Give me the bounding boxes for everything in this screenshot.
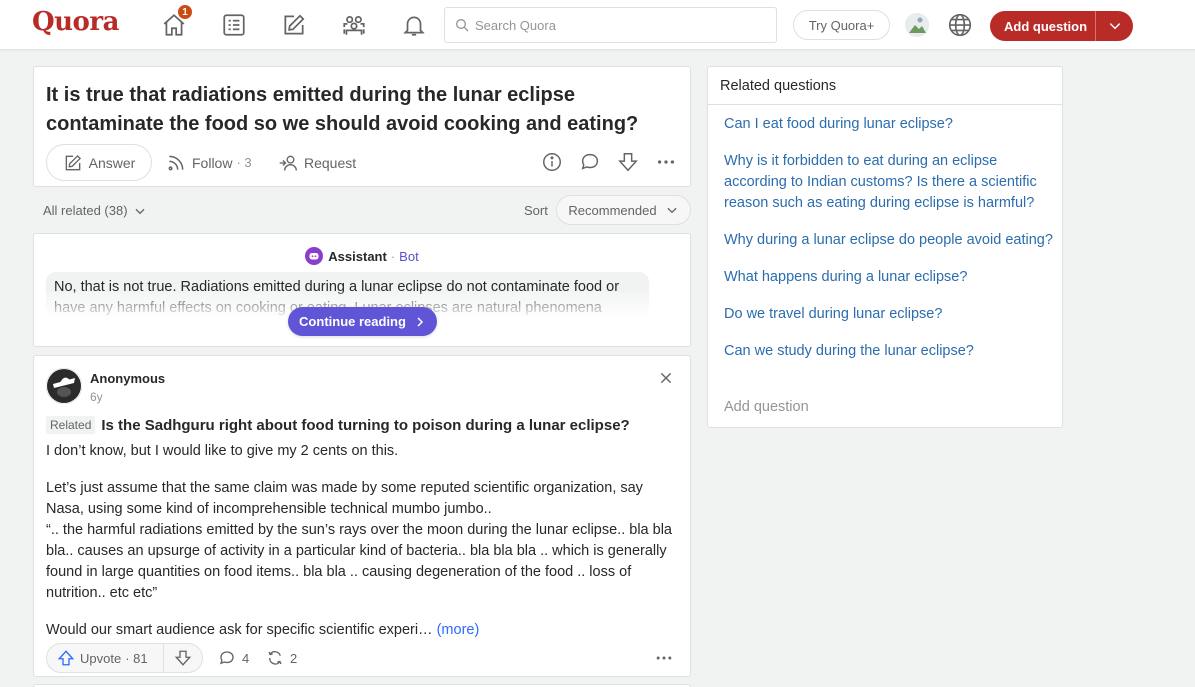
request-icon xyxy=(279,155,297,171)
notifications-icon[interactable] xyxy=(401,12,427,38)
language-globe-icon[interactable] xyxy=(947,12,973,38)
downvote-button[interactable] xyxy=(164,644,202,672)
comment-count: 4 xyxy=(242,650,250,666)
related-questions-heading: Related questions xyxy=(708,67,1062,105)
bot-separator: · xyxy=(390,248,396,264)
upvote-label: Upvote xyxy=(80,650,122,666)
downvote-icon[interactable] xyxy=(616,150,640,174)
upvote-button[interactable]: Upvote · 81 xyxy=(47,644,164,672)
search-icon xyxy=(456,19,469,32)
share-icon xyxy=(268,651,282,665)
related-questions-panel: Related questions Can I eat food during … xyxy=(707,66,1063,428)
comment-icon xyxy=(219,651,234,665)
spaces-icon[interactable] xyxy=(341,12,367,38)
downvote-icon xyxy=(174,650,192,666)
continue-reading-button[interactable]: Continue reading xyxy=(288,307,437,336)
sort-value: Recommended xyxy=(568,202,657,218)
close-icon[interactable] xyxy=(656,368,676,388)
answer-card: Anonymous 6y Related Is the Sadhguru rig… xyxy=(33,355,691,677)
answer-body[interactable]: I don’t know, but I would like to give m… xyxy=(46,441,678,641)
follow-count: · 3 xyxy=(236,155,252,170)
bot-tag: Bot xyxy=(399,248,419,264)
more-link[interactable]: (more) xyxy=(437,622,480,638)
answer-icon[interactable] xyxy=(281,12,307,38)
add-question-label: Add question xyxy=(1004,18,1088,34)
quora-logo[interactable]: Quora xyxy=(32,7,119,37)
related-tag: Related xyxy=(46,416,96,434)
author-name[interactable]: Anonymous xyxy=(90,371,165,386)
sort-label: Sort xyxy=(524,203,548,218)
related-question-link[interactable]: Why is it forbidden to eat during an ecl… xyxy=(724,151,1054,214)
related-question-link[interactable]: Do we travel during lunar eclipse? xyxy=(724,304,1054,325)
more-options-icon[interactable] xyxy=(652,646,676,670)
bot-name[interactable]: Assistant xyxy=(328,249,387,264)
related-questions-list: Can I eat food during lunar eclipse? Why… xyxy=(724,114,1054,378)
upvote-icon xyxy=(57,650,75,666)
request-label: Request xyxy=(304,154,357,171)
more-options-icon[interactable] xyxy=(654,150,678,174)
author-avatar[interactable] xyxy=(46,368,82,404)
assistant-bot-card: Assistant · Bot No, that is not true. Ra… xyxy=(33,233,691,347)
answer-paragraph-truncated: Would our smart audience ask for specifi… xyxy=(46,620,678,641)
info-icon[interactable] xyxy=(540,150,564,174)
share-button[interactable]: 2 xyxy=(266,643,297,673)
answer-paragraph: I don’t know, but I would like to give m… xyxy=(46,443,399,459)
vote-controls: Upvote · 81 xyxy=(46,643,203,673)
search-box[interactable] xyxy=(444,7,777,43)
profile-avatar[interactable] xyxy=(905,13,929,37)
related-question-link[interactable]: What happens during a lunar eclipse? xyxy=(724,267,1054,288)
notification-count-badge: 1 xyxy=(177,4,193,20)
related-question-title[interactable]: Is the Sadhguru right about food turning… xyxy=(101,417,629,434)
add-question-button[interactable]: Add question xyxy=(990,11,1133,41)
answer-paragraph: “.. the harmful radiations emitted by th… xyxy=(46,522,672,601)
answer-label: Answer xyxy=(88,154,136,171)
chevron-right-icon xyxy=(417,316,423,327)
follow-label: Follow xyxy=(192,154,233,171)
chevron-down-icon xyxy=(667,207,677,214)
follow-icon xyxy=(168,155,184,170)
add-question-link[interactable]: Add question xyxy=(724,399,809,415)
chevron-down-icon[interactable] xyxy=(1096,19,1133,33)
top-nav-bar: Quora 1 Try Quora+ Add question xyxy=(0,0,1195,50)
answer-timestamp[interactable]: 6y xyxy=(90,390,103,404)
answer-paragraph: Would our smart audience ask for specifi… xyxy=(46,622,433,638)
comment-icon[interactable] xyxy=(578,150,602,174)
follow-button[interactable]: Follow · 3 xyxy=(166,144,252,181)
answer-paragraph: Let’s just assume that the same claim wa… xyxy=(46,480,643,517)
answer-footer: Upvote · 81 4 2 xyxy=(46,643,678,673)
try-quora-plus-button[interactable]: Try Quora+ xyxy=(793,10,890,40)
related-question: Related Is the Sadhguru right about food… xyxy=(46,416,686,434)
bot-avatar-icon xyxy=(305,247,324,265)
request-button[interactable]: Request xyxy=(278,144,356,181)
all-related-label: All related (38) xyxy=(43,203,128,218)
question-actions: Answer Follow · 3 Request xyxy=(46,144,678,182)
answer-button[interactable]: Answer xyxy=(46,144,152,181)
search-input[interactable] xyxy=(475,17,765,33)
related-question-link[interactable]: Can we study during the lunar eclipse? xyxy=(724,341,1054,362)
upvote-count: · 81 xyxy=(125,650,148,666)
sort-dropdown[interactable]: Recommended xyxy=(556,195,691,225)
continue-reading-label: Continue reading xyxy=(299,314,406,329)
filter-row: All related (38) Sort Recommended xyxy=(33,194,691,226)
all-related-dropdown[interactable]: All related (38) xyxy=(43,203,147,218)
bot-header: Assistant · Bot xyxy=(34,247,690,265)
question-more-actions xyxy=(540,150,678,174)
question-title[interactable]: It is true that radiations emitted durin… xyxy=(46,81,676,139)
related-question-link[interactable]: Why during a lunar eclipse do people avo… xyxy=(724,230,1054,251)
chevron-down-icon xyxy=(135,208,145,214)
pencil-icon xyxy=(65,154,81,170)
related-question-link[interactable]: Can I eat food during lunar eclipse? xyxy=(724,114,1054,135)
following-icon[interactable] xyxy=(221,12,247,38)
comments-button[interactable]: 4 xyxy=(218,643,249,673)
share-count: 2 xyxy=(290,650,298,666)
question-card: It is true that radiations emitted durin… xyxy=(33,66,691,187)
